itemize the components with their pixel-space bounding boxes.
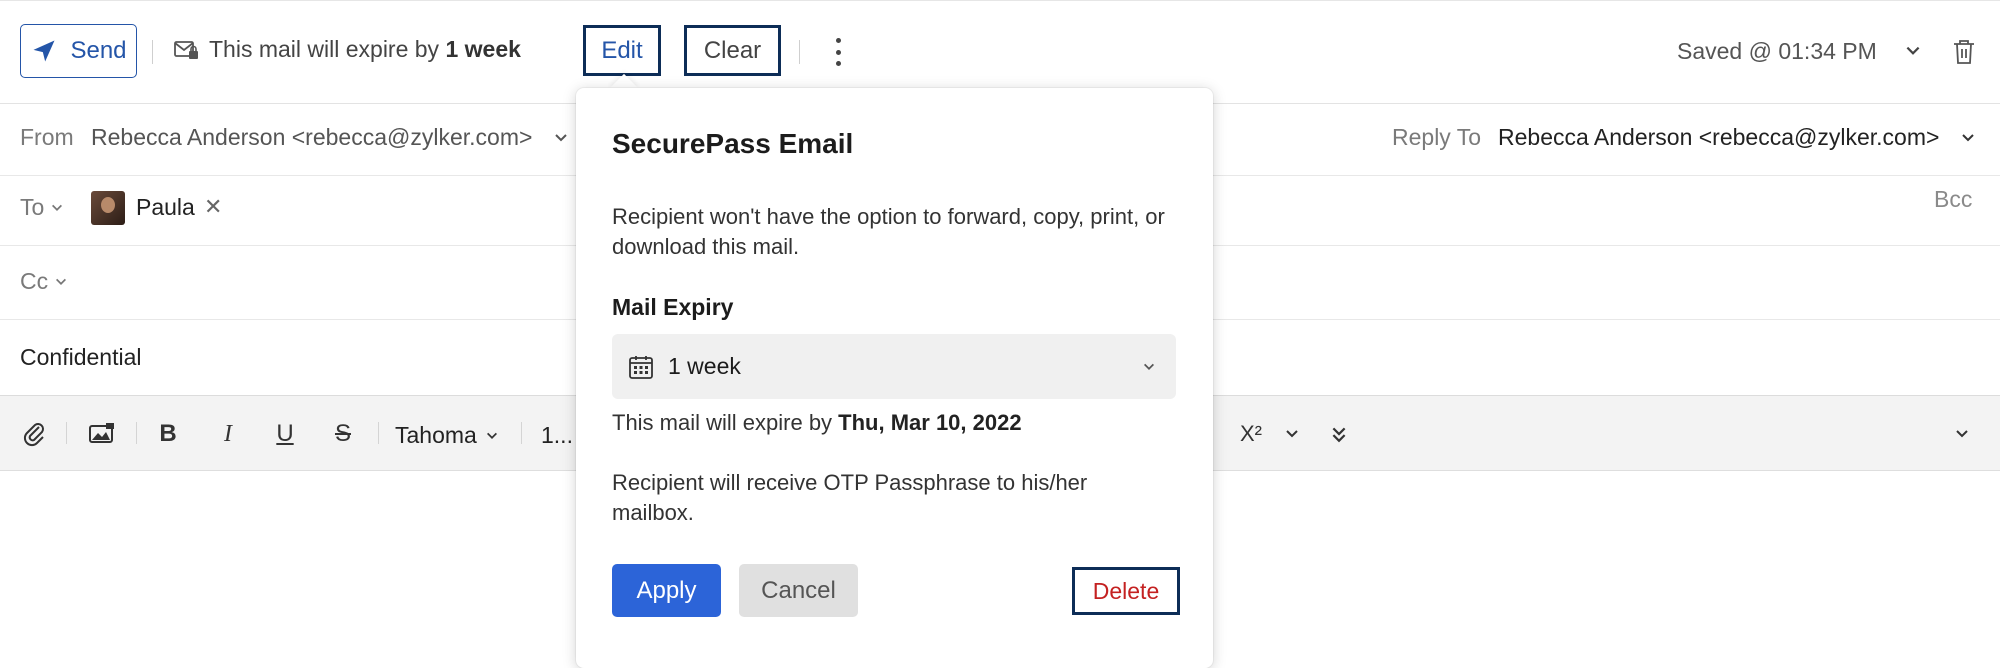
divider bbox=[136, 422, 137, 444]
reply-to-label: Reply To bbox=[1392, 124, 1482, 150]
popup-title: SecurePass Email bbox=[612, 128, 854, 159]
send-icon bbox=[33, 40, 55, 62]
bold-icon[interactable]: B bbox=[158, 420, 178, 447]
attachment-icon[interactable] bbox=[22, 421, 48, 447]
divider bbox=[521, 422, 522, 444]
divider bbox=[152, 40, 153, 64]
expire-date: Thu, Mar 10, 2022 bbox=[838, 410, 1022, 435]
underline-icon[interactable]: U bbox=[274, 420, 296, 447]
to-label-text: To bbox=[20, 194, 45, 220]
trash-icon[interactable] bbox=[1951, 38, 1977, 66]
font-family-value: Tahoma bbox=[395, 422, 477, 448]
edit-label: Edit bbox=[601, 36, 643, 64]
cc-label-text: Cc bbox=[20, 268, 49, 294]
delete-button[interactable]: Delete bbox=[1072, 567, 1180, 615]
from-label: From bbox=[20, 124, 74, 150]
superscript-icon[interactable]: X² bbox=[1236, 421, 1266, 447]
clear-label: Clear bbox=[703, 36, 762, 64]
expiry-value: 1 week bbox=[445, 36, 521, 62]
send-button[interactable]: Send bbox=[20, 24, 137, 78]
expire-prefix: This mail will expire by bbox=[612, 410, 839, 435]
expiry-info: This mail will expire by 1 week bbox=[173, 36, 521, 63]
edit-button[interactable]: Edit bbox=[583, 25, 661, 76]
remove-recipient-icon[interactable]: ✕ bbox=[204, 194, 222, 220]
chevron-down-icon bbox=[486, 432, 497, 439]
clear-button[interactable]: Clear bbox=[684, 25, 781, 76]
double-chevron-down-icon[interactable] bbox=[1330, 421, 1348, 447]
mail-lock-icon bbox=[174, 40, 198, 59]
from-field[interactable]: Rebecca Anderson <rebecca@zylker.com> bbox=[91, 124, 532, 151]
reply-to-field[interactable]: Rebecca Anderson <rebecca@zylker.com> bbox=[1498, 124, 1939, 151]
font-family-select[interactable]: Tahoma bbox=[395, 422, 499, 449]
chevron-down-icon[interactable] bbox=[1284, 421, 1300, 447]
more-options-icon[interactable] bbox=[828, 38, 848, 66]
cancel-button[interactable]: Cancel bbox=[739, 564, 858, 617]
mail-expiry-label: Mail Expiry bbox=[612, 294, 734, 320]
chevron-down-icon[interactable] bbox=[1904, 42, 1922, 60]
font-size-select[interactable]: 1... bbox=[541, 422, 573, 449]
apply-button[interactable]: Apply bbox=[612, 564, 721, 617]
cc-label[interactable]: Cc bbox=[20, 268, 68, 295]
recipient-chip[interactable]: Paula bbox=[136, 194, 195, 221]
divider bbox=[66, 422, 67, 444]
mail-expiry-value: 1 week bbox=[668, 353, 741, 379]
divider bbox=[378, 422, 379, 444]
strikethrough-icon[interactable]: S bbox=[332, 420, 354, 447]
insert-image-icon[interactable] bbox=[88, 421, 116, 447]
divider bbox=[799, 40, 800, 64]
chevron-down-icon[interactable] bbox=[1960, 130, 1976, 146]
chevron-down-icon bbox=[56, 278, 67, 285]
otp-note: Recipient will receive OTP Passphrase to… bbox=[612, 470, 1088, 525]
securepass-popup: SecurePass Email Recipient won't have th… bbox=[576, 88, 1213, 668]
to-label[interactable]: To bbox=[20, 194, 64, 221]
avatar bbox=[91, 191, 125, 225]
expiry-prefix: This mail will expire by bbox=[209, 36, 446, 62]
chevron-down-icon bbox=[52, 204, 63, 211]
send-label: Send bbox=[70, 37, 127, 64]
chevron-down-icon bbox=[1144, 363, 1154, 370]
italic-icon[interactable]: I bbox=[218, 421, 238, 447]
chevron-down-icon[interactable] bbox=[553, 130, 569, 146]
subject-field[interactable]: Confidential bbox=[20, 344, 141, 371]
saved-status: Saved @ 01:34 PM bbox=[1677, 38, 1877, 64]
chevron-down-icon[interactable] bbox=[1954, 421, 1970, 447]
calendar-icon bbox=[629, 356, 653, 379]
expire-date-text: This mail will expire by Thu, Mar 10, 20… bbox=[612, 410, 1022, 436]
bcc-link[interactable]: Bcc bbox=[1934, 186, 1972, 213]
mail-expiry-select[interactable]: 1 week bbox=[612, 334, 1176, 399]
popup-description: Recipient won't have the option to forwa… bbox=[612, 204, 1165, 259]
